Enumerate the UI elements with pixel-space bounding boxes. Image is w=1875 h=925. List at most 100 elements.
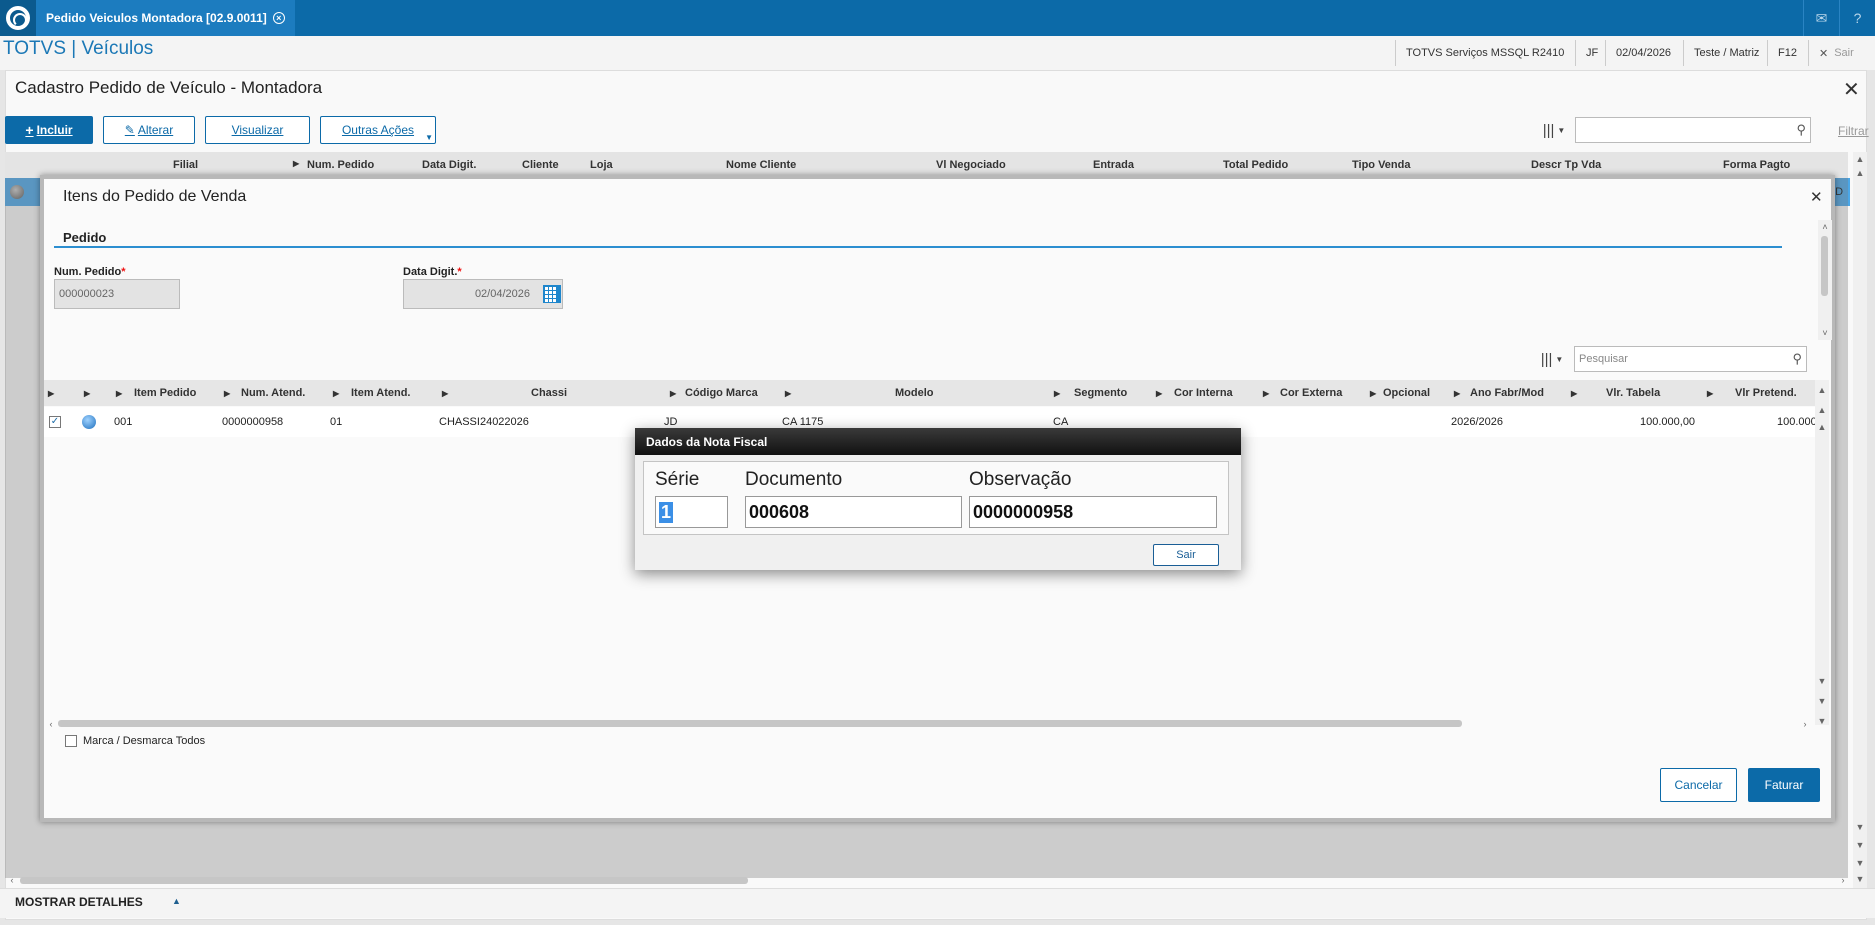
col-nome-cliente[interactable]: Nome Cliente bbox=[726, 159, 796, 171]
col-sort-icon[interactable]: ▶ bbox=[116, 389, 122, 398]
scroll-down-icon[interactable]: ▼ bbox=[1853, 838, 1867, 852]
scroll-left-icon[interactable]: ‹ bbox=[44, 717, 58, 731]
col-ano-fabr-mod[interactable]: Ano Fabr/Mod bbox=[1470, 387, 1544, 399]
scroll-down-icon[interactable]: ▼ bbox=[1853, 856, 1867, 870]
columns-icon[interactable]: ||| ▼ bbox=[1533, 346, 1571, 372]
col-loja[interactable]: Loja bbox=[590, 159, 613, 171]
status-shortcut[interactable]: F12 bbox=[1767, 40, 1807, 66]
scroll-down-icon[interactable]: ▼ bbox=[1853, 820, 1867, 834]
col-sort-icon[interactable]: ▶ bbox=[1454, 389, 1460, 398]
scroll-right-icon[interactable]: › bbox=[1798, 717, 1812, 731]
help-icon[interactable]: ? bbox=[1839, 0, 1875, 36]
status-user[interactable]: JF bbox=[1575, 40, 1608, 66]
col-sort-icon[interactable]: ▶ bbox=[785, 389, 791, 398]
scroll-up-icon[interactable]: ▲ bbox=[1815, 403, 1829, 417]
col-sort-icon[interactable]: ▶ bbox=[293, 159, 299, 168]
close-dialog-icon[interactable]: ✕ bbox=[1810, 188, 1823, 206]
calendar-icon[interactable] bbox=[543, 285, 561, 303]
visualizar-button[interactable]: Visualizar bbox=[205, 116, 310, 144]
col-opcional[interactable]: Opcional bbox=[1383, 387, 1430, 399]
chevron-up-icon[interactable]: ▲ bbox=[172, 896, 181, 906]
col-sort-icon[interactable]: ▶ bbox=[1370, 389, 1376, 398]
main-search-input[interactable]: ⚲ bbox=[1575, 117, 1811, 143]
col-sort-icon[interactable]: ▶ bbox=[1156, 389, 1162, 398]
close-page-icon[interactable]: ✕ bbox=[1843, 80, 1860, 100]
scroll-down-icon[interactable]: ▼ bbox=[1815, 694, 1829, 708]
totvs-logo-icon[interactable] bbox=[0, 0, 36, 36]
col-vl-negociado[interactable]: Vl Negociado bbox=[936, 159, 1006, 171]
col-tipo-venda[interactable]: Tipo Venda bbox=[1352, 159, 1410, 171]
form-scroll-thumb[interactable] bbox=[1821, 236, 1828, 296]
scroll-up-icon[interactable]: ▲ bbox=[1853, 166, 1867, 180]
col-sort-icon[interactable]: ▶ bbox=[48, 389, 54, 398]
main-vertical-scrollbar[interactable] bbox=[1853, 152, 1867, 888]
items-horizontal-scrollbar[interactable] bbox=[58, 720, 1462, 727]
serie-input[interactable]: 1 bbox=[655, 496, 728, 528]
main-horizontal-scrollbar[interactable] bbox=[20, 877, 748, 884]
col-total-pedido[interactable]: Total Pedido bbox=[1223, 159, 1288, 171]
mark-all-checkbox[interactable] bbox=[65, 735, 77, 747]
mostrar-detalhes-label[interactable]: MOSTRAR DETALHES bbox=[15, 895, 143, 909]
col-num-atend[interactable]: Num. Atend. bbox=[241, 387, 305, 399]
items-search-input[interactable]: Pesquisar ⚲ bbox=[1574, 346, 1807, 372]
observacao-input[interactable]: 0000000958 bbox=[969, 496, 1217, 528]
scroll-left-icon[interactable]: ‹ bbox=[5, 873, 19, 887]
filtrar-link[interactable]: Filtrar bbox=[1838, 124, 1869, 138]
faturar-button[interactable]: Faturar bbox=[1748, 768, 1820, 802]
scroll-down-icon[interactable]: ▼ bbox=[1853, 872, 1867, 886]
scroll-up-icon[interactable]: ˄ bbox=[1818, 220, 1832, 234]
scroll-down-icon[interactable]: ˅ bbox=[1818, 326, 1832, 340]
col-sort-icon[interactable]: ▶ bbox=[1054, 389, 1060, 398]
col-entrada[interactable]: Entrada bbox=[1093, 159, 1134, 171]
num-pedido-field[interactable]: 000000023 bbox=[54, 279, 180, 309]
col-filial[interactable]: Filial bbox=[173, 159, 198, 171]
col-sort-icon[interactable]: ▶ bbox=[442, 389, 448, 398]
col-item-pedido[interactable]: Item Pedido bbox=[134, 387, 196, 399]
close-tab-icon[interactable]: × bbox=[272, 12, 285, 24]
col-forma-pagto[interactable]: Forma Pagto bbox=[1723, 159, 1790, 171]
alterar-button[interactable]: ✎ Alterar bbox=[103, 116, 195, 144]
col-sort-icon[interactable]: ▶ bbox=[333, 389, 339, 398]
sair-button[interactable]: Sair bbox=[1153, 544, 1219, 566]
row-checkbox[interactable]: ✓ bbox=[49, 416, 61, 428]
documento-input[interactable]: 000608 bbox=[745, 496, 962, 528]
search-icon[interactable]: ⚲ bbox=[1796, 122, 1806, 138]
col-sort-icon[interactable]: ▶ bbox=[1571, 389, 1577, 398]
mark-all-label[interactable]: Marca / Desmarca Todos bbox=[83, 735, 205, 747]
columns-icon[interactable]: ||| ▼ bbox=[1535, 117, 1573, 143]
scroll-down-icon[interactable]: ▼ bbox=[1815, 714, 1829, 728]
col-sort-icon[interactable]: ▶ bbox=[1707, 389, 1713, 398]
status-branch[interactable]: Teste / Matriz bbox=[1683, 40, 1769, 66]
search-icon[interactable]: ⚲ bbox=[1792, 351, 1802, 367]
col-segmento[interactable]: Segmento bbox=[1074, 387, 1127, 399]
col-cor-externa[interactable]: Cor Externa bbox=[1280, 387, 1342, 399]
col-sort-icon[interactable]: ▶ bbox=[224, 389, 230, 398]
scroll-right-icon[interactable]: › bbox=[1836, 873, 1850, 887]
incluir-button[interactable]: + Incluir bbox=[5, 116, 93, 144]
exit-button[interactable]: ✕ Sair bbox=[1808, 40, 1864, 66]
scroll-up-icon[interactable]: ▲ bbox=[1853, 152, 1867, 166]
outras-acoes-button[interactable]: Outras Ações ▼ bbox=[320, 116, 436, 144]
scroll-down-icon[interactable]: ▼ bbox=[1815, 674, 1829, 688]
col-vlr-pretend[interactable]: Vlr Pretend. bbox=[1735, 387, 1797, 399]
col-modelo[interactable]: Modelo bbox=[895, 387, 934, 399]
cancelar-button[interactable]: Cancelar bbox=[1660, 768, 1737, 802]
scroll-up-icon[interactable]: ▲ bbox=[1815, 383, 1829, 397]
col-cor-interna[interactable]: Cor Interna bbox=[1174, 387, 1233, 399]
col-num-pedido[interactable]: Num. Pedido bbox=[307, 159, 374, 171]
status-date[interactable]: 02/04/2026 bbox=[1605, 40, 1681, 66]
col-data-digit[interactable]: Data Digit. bbox=[422, 159, 476, 171]
col-sort-icon[interactable]: ▶ bbox=[670, 389, 676, 398]
tab-pedido-veiculos[interactable]: Pedido Veiculos Montadora [02.9.0011] × bbox=[36, 0, 295, 36]
col-sort-icon[interactable]: ▶ bbox=[1263, 389, 1269, 398]
col-codigo-marca[interactable]: Código Marca bbox=[685, 387, 758, 399]
scroll-up-icon[interactable]: ▲ bbox=[1815, 420, 1829, 434]
status-environment[interactable]: TOTVS Serviços MSSQL R2410 bbox=[1395, 40, 1574, 66]
col-vlr-tabela[interactable]: Vlr. Tabela bbox=[1606, 387, 1660, 399]
col-item-atend[interactable]: Item Atend. bbox=[351, 387, 411, 399]
col-chassi[interactable]: Chassi bbox=[531, 387, 567, 399]
col-descr-tp-vda[interactable]: Descr Tp Vda bbox=[1531, 159, 1601, 171]
col-sort-icon[interactable]: ▶ bbox=[84, 389, 90, 398]
data-digit-field[interactable]: 02/04/2026 bbox=[403, 279, 563, 309]
mail-icon[interactable]: ✉ bbox=[1803, 0, 1839, 36]
